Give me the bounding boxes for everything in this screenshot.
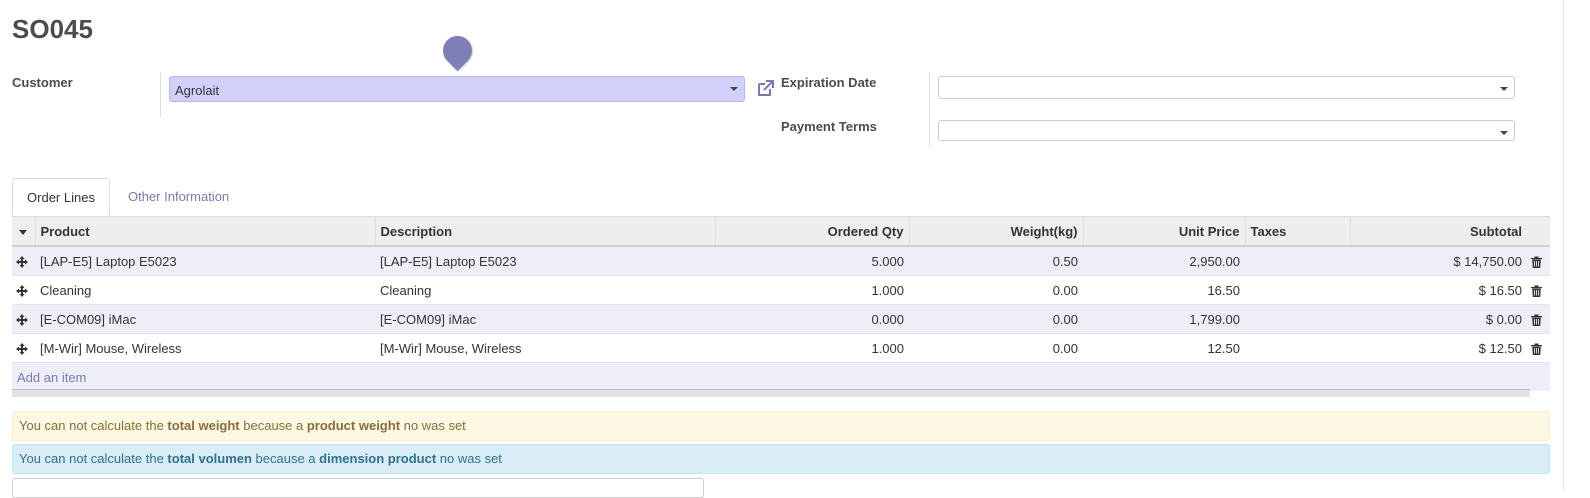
cell-product: Cleaning xyxy=(35,275,375,305)
move-arrows-icon[interactable] xyxy=(16,256,28,269)
external-link-icon[interactable] xyxy=(756,78,776,98)
horizontal-scrollbar[interactable] xyxy=(12,389,1530,397)
column-ordered-qty[interactable]: Ordered Qty xyxy=(714,216,909,247)
map-pin-icon xyxy=(436,29,479,72)
cell-description: [M-Wir] Mouse, Wireless xyxy=(375,333,715,363)
tab-order-lines[interactable]: Order Lines xyxy=(12,178,110,216)
expiration-date-label: Expiration Date xyxy=(781,75,877,90)
alert-strong-text: product weight xyxy=(306,418,401,433)
trash-icon[interactable] xyxy=(1531,343,1542,356)
chevron-down-icon xyxy=(730,87,738,91)
alert-strong-text: dimension product xyxy=(319,451,437,466)
cell-weight: 0.50 xyxy=(909,245,1083,276)
cell-ordered-qty: 0.000 xyxy=(715,304,909,334)
customer-value: Agrolait xyxy=(175,83,220,98)
cell-subtotal: $ 16.50 xyxy=(1350,275,1527,305)
alert-strong-text: total weight xyxy=(167,418,240,433)
table-row[interactable]: [E-COM09] iMac [E-COM09] iMac 0.000 0.00… xyxy=(12,304,1550,334)
table-row[interactable]: [LAP-E5] Laptop E5023 [LAP-E5] Laptop E5… xyxy=(12,245,1550,276)
cell-taxes xyxy=(1245,275,1350,305)
trash-icon[interactable] xyxy=(1531,285,1542,298)
cell-ordered-qty: 5.000 xyxy=(715,245,909,276)
chevron-down-icon xyxy=(1500,87,1508,91)
column-actions xyxy=(1527,216,1550,247)
order-lines-table: Product Description Ordered Qty Weight(k… xyxy=(12,216,1550,391)
trash-icon[interactable] xyxy=(1531,314,1542,327)
column-taxes[interactable]: Taxes xyxy=(1244,216,1350,247)
alert-text: no was set xyxy=(400,418,466,433)
alert-text: You can not calculate the xyxy=(19,451,168,466)
cell-subtotal: $ 14,750.00 xyxy=(1350,245,1527,276)
customer-select[interactable]: Agrolait xyxy=(169,76,745,102)
cell-product: [M-Wir] Mouse, Wireless xyxy=(35,333,375,363)
page-title: SO045 xyxy=(12,14,93,44)
column-product[interactable]: Product xyxy=(34,216,375,247)
cell-product: [E-COM09] iMac xyxy=(35,304,375,334)
sort-column-header[interactable] xyxy=(12,216,35,247)
move-arrows-icon[interactable] xyxy=(16,343,28,356)
payment-terms-select[interactable] xyxy=(938,120,1515,141)
cell-ordered-qty: 1.000 xyxy=(715,333,909,363)
table-row[interactable]: [M-Wir] Mouse, Wireless [M-Wir] Mouse, W… xyxy=(12,333,1550,363)
cell-weight: 0.00 xyxy=(909,304,1083,334)
trash-icon[interactable] xyxy=(1531,256,1542,269)
alert-text: You can not calculate the xyxy=(19,418,168,433)
cell-weight: 0.00 xyxy=(909,333,1083,363)
alert-strong-text: total volumen xyxy=(167,451,252,466)
caret-down-icon xyxy=(19,229,28,235)
weight-warning-alert: You can not calculate the total weight b… xyxy=(12,411,1550,441)
cell-description: [E-COM09] iMac xyxy=(375,304,715,334)
volume-info-alert: You can not calculate the total volumen … xyxy=(12,444,1550,474)
add-item-link[interactable]: Add an item xyxy=(17,370,86,385)
cell-weight: 0.00 xyxy=(909,275,1083,305)
chevron-down-icon xyxy=(1500,131,1508,135)
cell-taxes xyxy=(1245,333,1350,363)
cell-unit-price: 2,950.00 xyxy=(1083,245,1245,276)
cell-product: [LAP-E5] Laptop E5023 xyxy=(35,245,375,276)
table-row[interactable]: Cleaning Cleaning 1.000 0.00 16.50 $ 16.… xyxy=(12,275,1550,305)
alert-text: because a xyxy=(251,451,320,466)
page-scrollbar[interactable] xyxy=(1563,0,1564,490)
column-weight[interactable]: Weight(kg) xyxy=(908,216,1083,247)
tab-other-information[interactable]: Other Information xyxy=(113,178,244,216)
expiration-date-select[interactable] xyxy=(938,76,1515,99)
alert-text: because a xyxy=(239,418,307,433)
cell-description: Cleaning xyxy=(375,275,715,305)
column-description[interactable]: Description xyxy=(374,216,715,247)
add-item-row: Add an item xyxy=(12,362,1550,391)
note-field[interactable] xyxy=(12,478,704,498)
payment-terms-label: Payment Terms xyxy=(781,119,877,134)
cell-description: [LAP-E5] Laptop E5023 xyxy=(375,245,715,276)
alert-text: no was set xyxy=(436,451,502,466)
field-separator xyxy=(160,73,161,117)
cell-unit-price: 16.50 xyxy=(1083,275,1245,305)
table-header-row: Product Description Ordered Qty Weight(k… xyxy=(12,216,1550,247)
move-arrows-icon[interactable] xyxy=(16,285,28,298)
cell-ordered-qty: 1.000 xyxy=(715,275,909,305)
column-subtotal[interactable]: Subtotal xyxy=(1349,216,1527,247)
column-unit-price[interactable]: Unit Price xyxy=(1082,216,1245,247)
customer-label: Customer xyxy=(12,75,73,90)
cell-taxes xyxy=(1245,304,1350,334)
move-arrows-icon[interactable] xyxy=(16,314,28,327)
cell-subtotal: $ 12.50 xyxy=(1350,333,1527,363)
cell-unit-price: 1,799.00 xyxy=(1083,304,1245,334)
cell-unit-price: 12.50 xyxy=(1083,333,1245,363)
field-separator xyxy=(929,73,930,148)
cell-taxes xyxy=(1245,245,1350,276)
cell-subtotal: $ 0.00 xyxy=(1350,304,1527,334)
